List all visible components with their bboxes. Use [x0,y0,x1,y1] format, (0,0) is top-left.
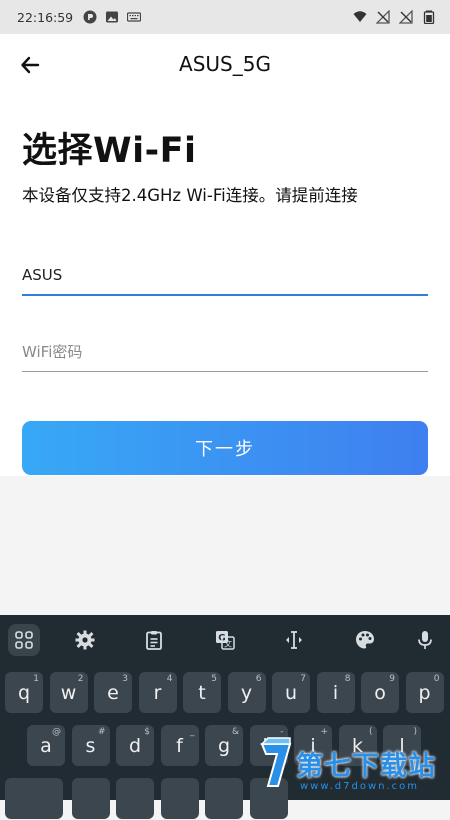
key-hint: _ [190,727,195,737]
watermark-text: 第七下载站 [296,750,436,782]
key-label: r [153,681,162,704]
palette-icon [356,631,374,649]
key-d[interactable]: $ d [116,725,154,766]
apps-grid-button[interactable] [8,624,40,656]
keyboard-icon [127,12,142,22]
key-e[interactable]: 3e [94,672,132,713]
key-w[interactable]: 2w [49,672,88,713]
status-bar: 22:16:59 [0,0,450,34]
svg-text:文: 文 [224,639,232,649]
status-system-icons [353,10,436,24]
key-hint: 3 [122,674,128,684]
key-label: a [40,734,52,757]
key-hint: & [231,727,239,737]
translate-icon: G文 [216,631,235,650]
letter-key[interactable] [72,778,110,819]
no-signal-icon [399,10,413,24]
key-hint: 6 [255,674,262,684]
voice-input-button[interactable] [412,627,438,653]
key-hint: 9 [389,674,395,684]
key-f[interactable]: _ f [160,725,199,766]
text-cursor-icon [286,631,302,649]
key-y[interactable]: 6y [227,672,266,713]
key-hint: # [97,727,106,737]
key-i[interactable]: 8i [316,672,355,713]
keyboard-toolbar: G文 [0,615,450,665]
apps-grid-icon [15,631,33,649]
key-hint: 1 [33,674,39,684]
key-label: s [85,734,96,757]
microphone-icon [418,631,432,649]
key-label: f [176,734,183,757]
password-field[interactable] [22,332,428,372]
battery-icon [423,10,435,24]
instruction-text: 本设备仅支持2.4GHz Wi-Fi连接。请提前连接 [22,186,358,205]
letter-key[interactable] [205,778,243,819]
keyboard-row-1: 1q2w3e4r5t6y7u8i9o0p [0,672,450,714]
theme-button[interactable] [352,627,378,653]
ssid-field[interactable] [22,256,428,296]
no-signal-icon [376,10,390,24]
status-time: 22:16:59 [17,9,74,25]
key-label: u [284,681,298,704]
letter-key[interactable] [116,778,154,819]
key-label: q [17,681,31,704]
top-bar: ASUS_5G [0,34,450,96]
watermark-logo-icon [260,737,292,787]
key-hint: 7 [300,674,306,684]
key-a[interactable]: @ a [27,725,65,766]
key-p[interactable]: 0p [405,672,444,713]
status-notification-icons [83,10,142,24]
key-hint: $ [144,727,150,737]
circle-logo-icon [83,10,97,24]
key-hint: 4 [166,674,173,684]
key-hint: 0 [433,674,440,684]
image-icon [106,11,119,23]
key-u[interactable]: 7u [272,672,310,713]
settings-button[interactable] [72,627,98,653]
key-t[interactable]: 5t [183,672,221,713]
clipboard-icon [146,631,162,650]
wifi-icon [353,11,367,22]
key-label: e [107,681,119,704]
translate-button[interactable]: G文 [212,627,238,653]
watermark: 第七下载站 www.d7down.com [256,726,450,800]
key-hint: 8 [344,674,351,684]
key-label: o [374,681,386,704]
key-r[interactable]: 4r [138,672,177,713]
key-label: t [198,681,206,704]
wifi-setup-screen: ASUS_5G 选择Wi-Fi 本设备仅支持2.4GHz Wi-Fi连接。请提前… [0,34,450,476]
key-o[interactable]: 9o [361,672,399,713]
heading: 选择Wi-Fi [22,131,197,171]
key-hint: 2 [77,674,84,684]
key-label: d [128,734,142,757]
page-title: ASUS_5G [179,52,271,76]
settings-gear-icon [75,630,95,650]
key-label: y [240,681,253,704]
next-button[interactable]: 下一步 [22,421,428,475]
text-cursor-button[interactable] [281,627,307,653]
key-s[interactable]: # s [71,725,110,766]
letter-key[interactable] [161,778,199,819]
shift-key[interactable] [5,778,63,819]
key-hint: 5 [211,674,217,684]
key-q[interactable]: 1q [5,672,43,713]
key-label: i [332,681,339,704]
key-label: w [60,681,77,704]
ssid-input[interactable] [22,256,428,294]
clipboard-button[interactable] [141,627,167,653]
key-g[interactable]: & g [205,725,243,766]
watermark-url: www.d7down.com [300,781,420,792]
key-label: g [217,734,231,757]
password-input[interactable] [22,332,428,371]
key-label: p [418,681,431,704]
key-hint: @ [52,727,61,737]
